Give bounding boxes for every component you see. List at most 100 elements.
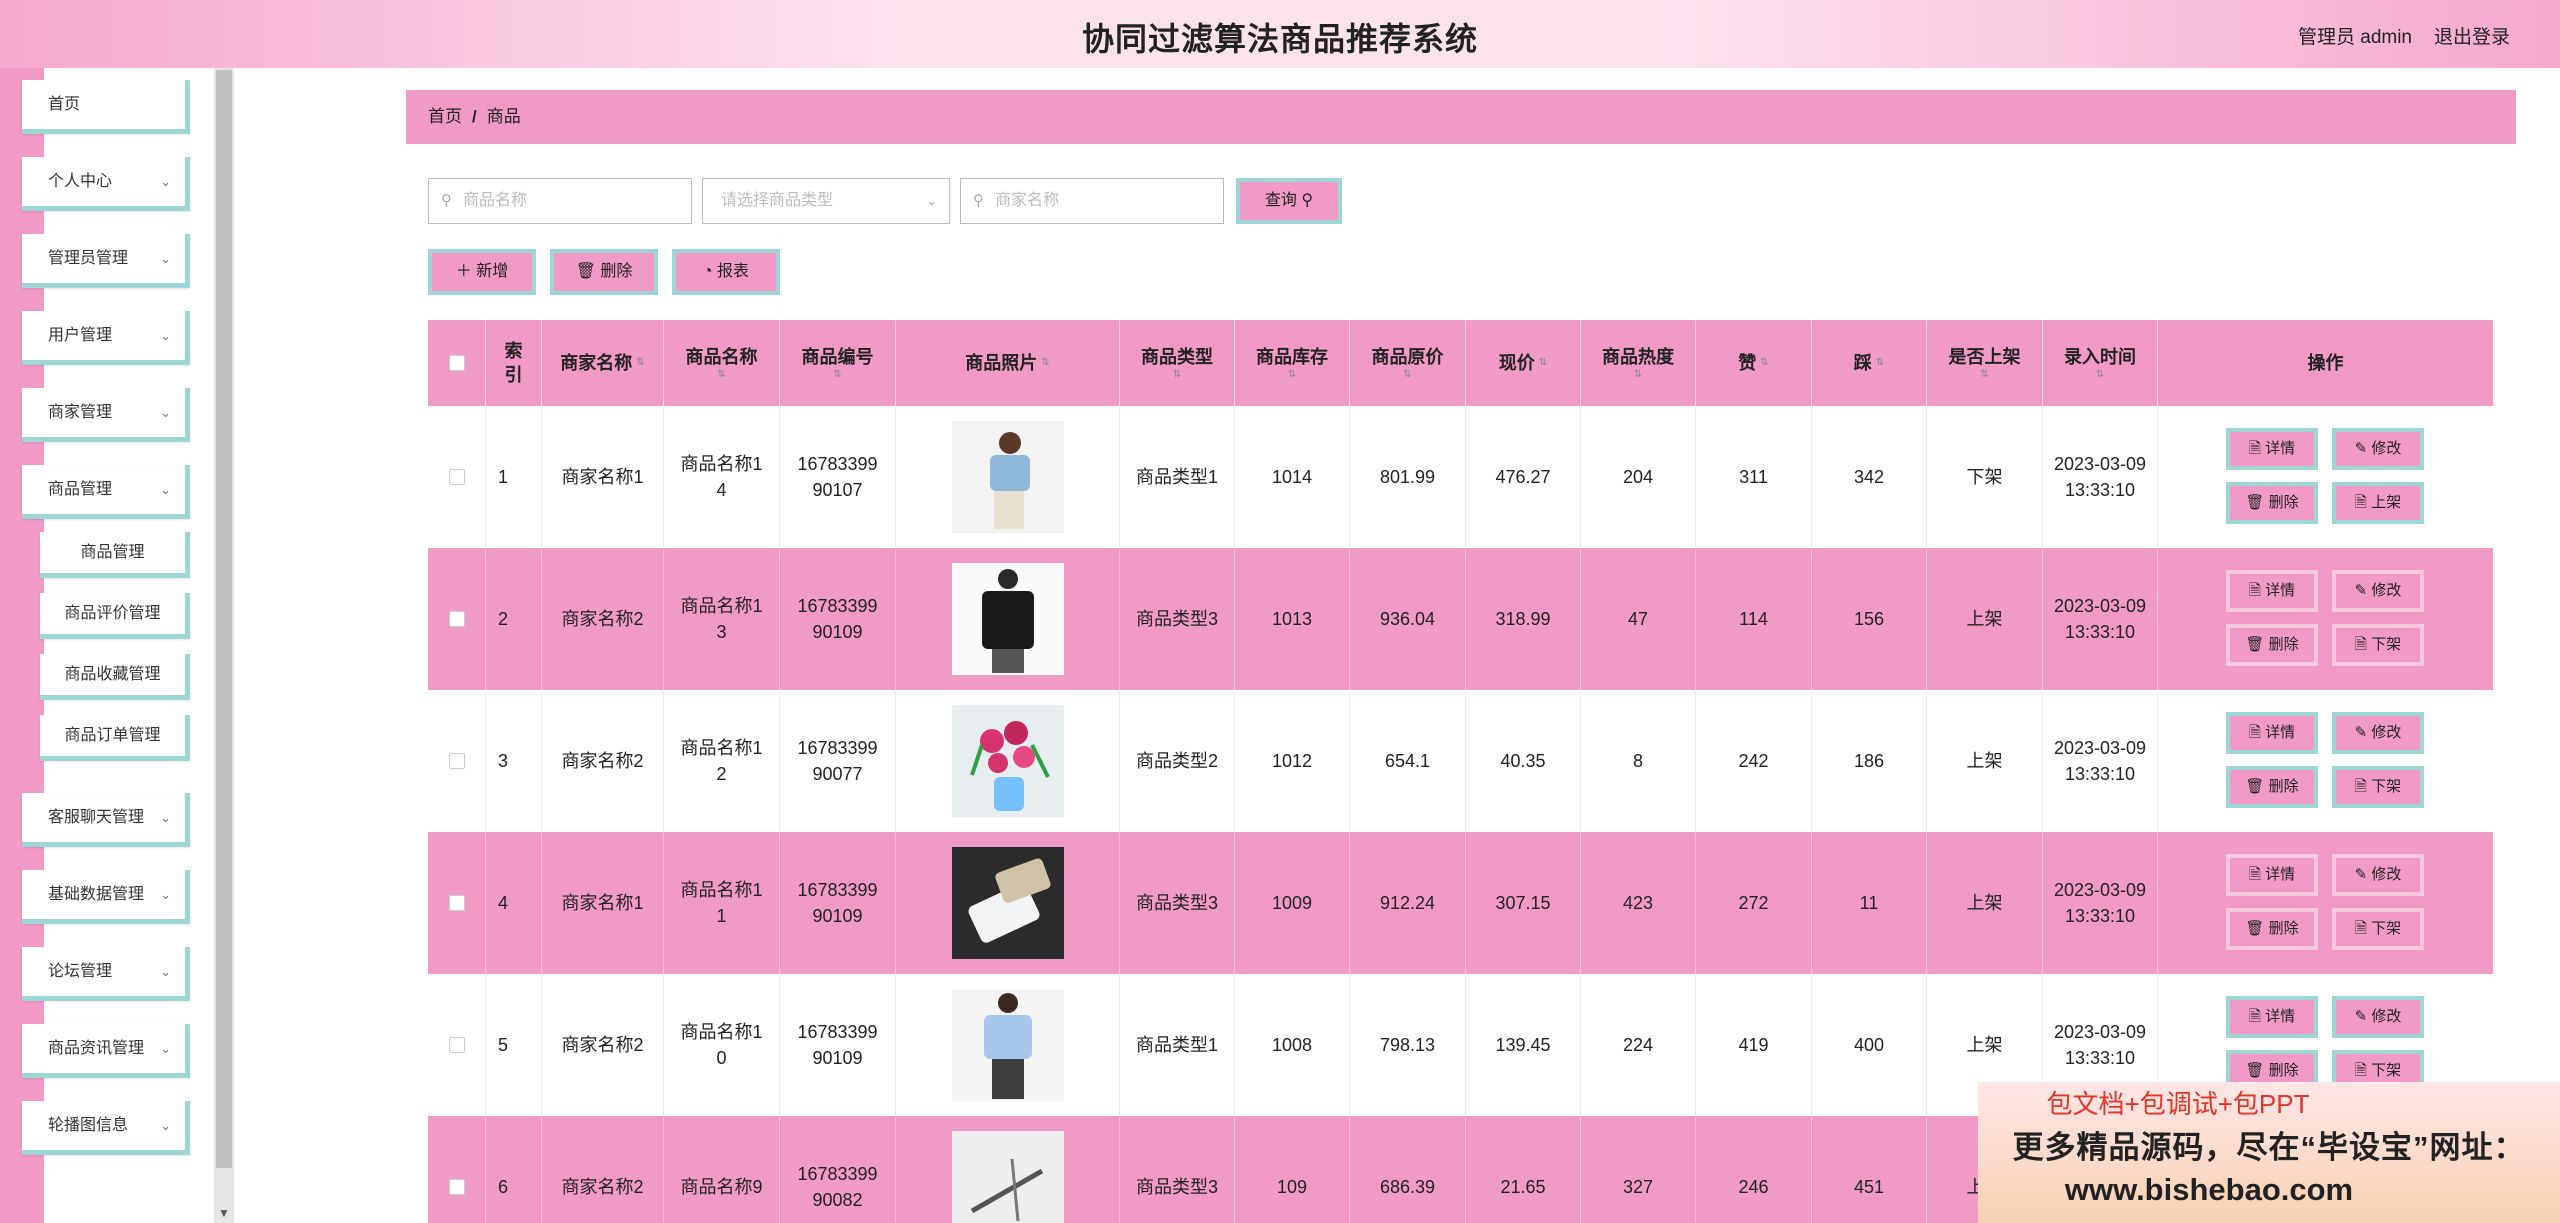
cell-text: 1014 <box>1271 467 1313 487</box>
breadcrumb-separator: / <box>472 107 477 126</box>
cell-type: 商品类型3 <box>1120 832 1235 974</box>
sidebar-item-users[interactable]: 用户管理 ⌄ <box>22 311 190 365</box>
sidebar-subitem-orders[interactable]: 商品订单管理 <box>40 715 190 761</box>
detail-button[interactable]: 🗎 详情 <box>2226 570 2318 612</box>
cell-name: 商品名称12 <box>664 690 780 832</box>
header-price[interactable]: 商品原价 ⇅ <box>1350 320 1466 406</box>
header-goods-code[interactable]: 商品编号 ⇅ <box>780 320 896 406</box>
logout-link[interactable]: 退出登录 <box>2434 22 2510 49</box>
delete-button[interactable]: 🗑 删除 <box>2226 766 2318 808</box>
breadcrumb-home[interactable]: 首页 <box>428 107 462 126</box>
detail-button[interactable]: 🗎 详情 <box>2226 854 2318 896</box>
current-user: 管理员 admin <box>2297 27 2412 48</box>
cell-text: 419 <box>1738 1035 1769 1055</box>
sidebar-item-news[interactable]: 商品资讯管理 ⌄ <box>22 1024 190 1078</box>
header-on-shelf[interactable]: 是否上架 ⇅ <box>1927 320 2043 406</box>
row-checkbox[interactable] <box>448 753 465 769</box>
sidebar-item-chat[interactable]: 客服聊天管理 ⌄ <box>22 793 190 847</box>
trash-icon: 🗑 <box>2245 1062 2269 1079</box>
cell-text: 上架 <box>1966 609 2003 629</box>
row-checkbox[interactable] <box>448 895 465 911</box>
cell-time: 2023-03-09 13:33:10 <box>2043 406 2158 548</box>
shelf-toggle-button[interactable]: 🗎 下架 <box>2332 624 2424 666</box>
sidebar-subitem-favorites[interactable]: 商品收藏管理 <box>40 654 190 700</box>
report-button[interactable]: ◔ 报表 <box>672 249 780 295</box>
scroll-down-arrow-icon[interactable]: ▼ <box>214 1203 234 1223</box>
cell-text: 272 <box>1738 893 1769 913</box>
cell-text: 上架 <box>1966 893 2003 913</box>
sidebar-subitem-reviews[interactable]: 商品评价管理 <box>40 593 190 639</box>
op-label: 下架 <box>2371 636 2402 653</box>
row-checkbox[interactable] <box>448 611 465 627</box>
delete-button[interactable]: 🗑 删除 <box>2226 624 2318 666</box>
batch-delete-button[interactable]: 🗑 删除 <box>550 249 658 295</box>
cell-time: 2023-03-09 13:33:10 <box>2043 548 2158 690</box>
row-checkbox[interactable] <box>448 1179 465 1195</box>
row-checkbox[interactable] <box>448 469 465 485</box>
header-entry-time[interactable]: 录入时间 ⇅ <box>2043 320 2158 406</box>
cell-heat: 224 <box>1581 974 1696 1116</box>
merchant-name-search-input[interactable]: ⚲ 商家名称 <box>960 178 1224 224</box>
edit-button[interactable]: ✎ 修改 <box>2332 570 2424 612</box>
plus-icon: ＋ <box>455 263 472 280</box>
header-heat[interactable]: 商品热度 ⇅ <box>1581 320 1696 406</box>
header-goods-name[interactable]: 商品名称 ⇅ <box>664 320 780 406</box>
header-goods-photo[interactable]: 商品照片 ⇅ <box>896 320 1120 406</box>
sidebar-item-goods[interactable]: 商品管理 ⌄ <box>22 465 190 519</box>
sidebar-item-carousel[interactable]: 轮播图信息 ⌄ <box>22 1101 190 1155</box>
header-current-price[interactable]: 现价 ⇅ <box>1466 320 1581 406</box>
query-button[interactable]: 查询 ⚲ <box>1236 178 1342 224</box>
cell-text: 商家名称2 <box>561 1035 644 1055</box>
sidebar-item-basedata[interactable]: 基础数据管理 ⌄ <box>22 870 190 924</box>
header-stock[interactable]: 商品库存 ⇅ <box>1235 320 1350 406</box>
table-row: 1 商家名称1 商品名称14 1678339990107 商品类型1 1014 801.99… <box>428 406 2493 548</box>
shelf-toggle-button[interactable]: 🗎 上架 <box>2332 482 2424 524</box>
header-merchant[interactable]: 商家名称 ⇅ <box>542 320 664 406</box>
detail-button[interactable]: 🗎 详情 <box>2226 428 2318 470</box>
goods-name-search-input[interactable]: ⚲ 商品名称 <box>428 178 692 224</box>
goods-photo-image <box>951 563 1064 675</box>
sidebar-item-profile[interactable]: 个人中心 ⌄ <box>22 157 190 211</box>
header-goods-type[interactable]: 商品类型 ⇅ <box>1120 320 1235 406</box>
shelf-toggle-button[interactable]: 🗎 下架 <box>2332 766 2424 808</box>
sidebar-item-label: 首页 <box>48 96 81 113</box>
sidebar-scroll-thumb[interactable] <box>216 70 232 1168</box>
select-all-checkbox[interactable] <box>448 355 465 371</box>
document-icon: 🗎 <box>2248 440 2266 457</box>
cell-like: 246 <box>1696 1116 1812 1223</box>
placeholder-text: 请选择商品类型 <box>721 192 834 209</box>
delete-button[interactable]: 🗑 删除 <box>2226 908 2318 950</box>
sidebar-item-admins[interactable]: 管理员管理 ⌄ <box>22 234 190 288</box>
add-button[interactable]: ＋ 新增 <box>428 249 536 295</box>
chevron-down-icon: ⌄ <box>160 328 171 343</box>
header-select-all[interactable] <box>428 320 486 406</box>
header-label: 录入时间 <box>2064 347 2136 367</box>
banner-line-3: www.bishebao.com <box>2064 1172 2354 1207</box>
header-like[interactable]: 赞 ⇅ <box>1696 320 1812 406</box>
delete-button[interactable]: 🗑 删除 <box>2226 482 2318 524</box>
goods-type-select[interactable]: 请选择商品类型 ⌄ <box>702 178 950 224</box>
op-label: 删除 <box>2268 1062 2299 1079</box>
document-icon: 🗎 <box>2354 636 2372 653</box>
sidebar-subitem-goods[interactable]: 商品管理 <box>40 532 190 578</box>
sidebar-item-forum[interactable]: 论坛管理 ⌄ <box>22 947 190 1001</box>
row-checkbox[interactable] <box>448 1037 465 1053</box>
header-dislike[interactable]: 踩 ⇅ <box>1812 320 1927 406</box>
row-select-cell <box>428 548 486 690</box>
edit-button[interactable]: ✎ 修改 <box>2332 428 2424 470</box>
header-index[interactable]: 索引 <box>486 320 542 406</box>
table-row: 4 商家名称1 商品名称11 1678339990109 商品类型3 1009 912.24… <box>428 832 2493 974</box>
detail-button[interactable]: 🗎 详情 <box>2226 996 2318 1038</box>
shelf-toggle-button[interactable]: 🗎 下架 <box>2332 908 2424 950</box>
sidebar-item-home[interactable]: 首页 <box>22 80 190 134</box>
edit-button[interactable]: ✎ 修改 <box>2332 712 2424 754</box>
edit-button[interactable]: ✎ 修改 <box>2332 854 2424 896</box>
edit-button[interactable]: ✎ 修改 <box>2332 996 2424 1038</box>
sort-icon: ⇅ <box>1875 357 1885 368</box>
cell-type: 商品类型2 <box>1120 690 1235 832</box>
sidebar-item-merchants[interactable]: 商家管理 ⌄ <box>22 388 190 442</box>
cell-name: 商品名称9 <box>664 1116 780 1223</box>
trash-icon: 🗑 <box>2245 636 2269 653</box>
detail-button[interactable]: 🗎 详情 <box>2226 712 2318 754</box>
header-label: 踩 <box>1853 353 1872 373</box>
